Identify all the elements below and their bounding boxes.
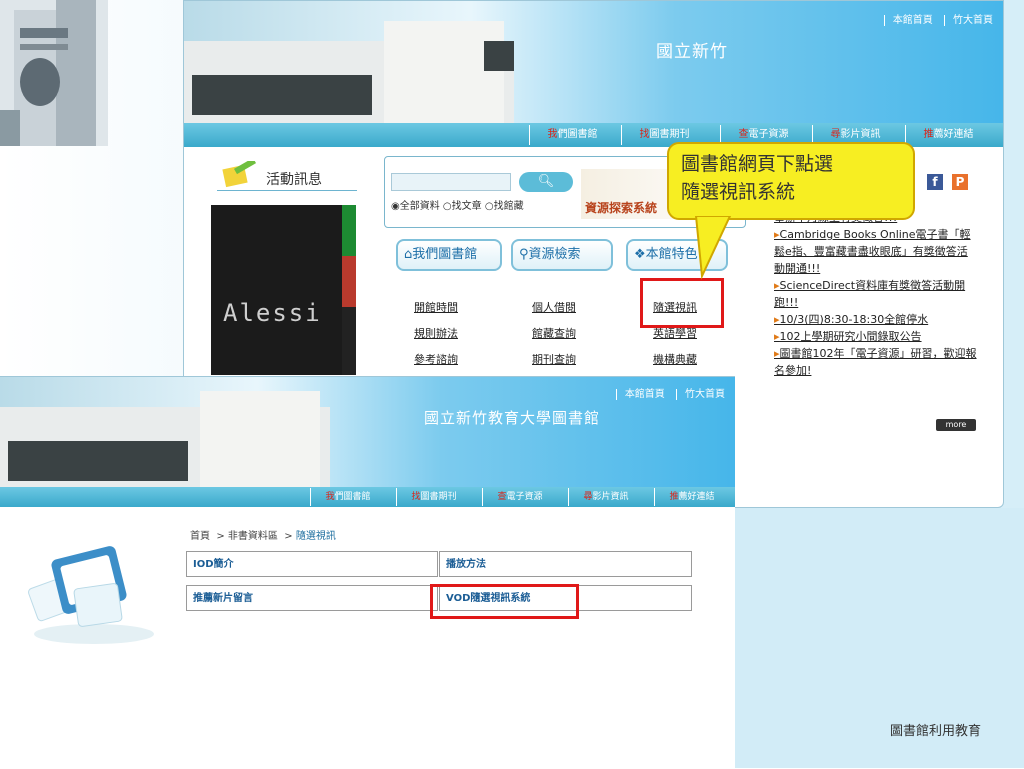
- link-opening-hours[interactable]: 開館時間: [414, 299, 458, 315]
- search-input[interactable]: [391, 173, 511, 191]
- playback-method-link[interactable]: 播放方法: [439, 551, 692, 577]
- iod-intro-link[interactable]: IOD簡介: [186, 551, 438, 577]
- university-link[interactable]: 竹大首頁: [944, 15, 993, 26]
- nav-recommended-links[interactable]: 推薦好連結: [905, 125, 991, 145]
- building-photo: [0, 0, 108, 146]
- nav-e-resources[interactable]: 查電子資源: [482, 488, 557, 506]
- banner-building-illustration: [0, 391, 330, 487]
- home-link[interactable]: 本館首頁: [615, 389, 665, 400]
- home-link[interactable]: 本館首頁: [883, 15, 933, 26]
- slide-footer: 圖書館利用教育: [890, 724, 982, 739]
- nav-our-library[interactable]: 我們圖書館: [310, 488, 385, 506]
- highlight-video-on-demand-link: [640, 278, 724, 328]
- news-item[interactable]: ▸10/3(四)8:30-18:30全館停水: [774, 311, 978, 328]
- our-library-label: 我們圖書館: [412, 247, 478, 262]
- activity-title: 活動訊息: [266, 172, 322, 188]
- breadcrumb-section[interactable]: 非書資料區: [228, 531, 278, 542]
- link-institutional-repository[interactable]: 機構典藏: [653, 351, 697, 367]
- callout-line-1: 圖書館網頁下點選: [681, 153, 834, 175]
- main-nav: 我們圖書館 找圖書期刊 查電子資源 尋影片資訊 推薦好連結: [0, 487, 735, 507]
- link-rules[interactable]: 規則辦法: [414, 325, 458, 341]
- site-title: 國立新竹教育大學圖書館: [424, 409, 601, 427]
- w-cards-icon: [28, 546, 154, 644]
- nav-books-journals[interactable]: 找圖書期刊: [396, 488, 471, 506]
- facebook-icon[interactable]: f: [927, 174, 943, 190]
- banner-building-illustration: [184, 21, 514, 123]
- pencil-note-icon: [222, 161, 257, 188]
- search-icon: 🔍︎: [537, 174, 555, 189]
- top-links: 本館首頁 竹大首頁: [876, 11, 993, 26]
- link-reference[interactable]: 參考諮詢: [414, 351, 458, 367]
- search-scope-radios: ◉全部資料 ○找文章 ○找館藏: [391, 197, 524, 212]
- breadcrumb: 首頁 > 非書資料區 > 隨選視訊: [190, 531, 336, 542]
- breadcrumb-home[interactable]: 首頁: [190, 531, 210, 542]
- radio-all-label: 全部資料: [399, 201, 440, 212]
- resource-discovery-label: 資源探索系統: [585, 201, 658, 215]
- homepage-banner: 國立新竹 本館首頁 竹大首頁: [184, 1, 1003, 123]
- nav-video-info[interactable]: 尋影片資訊: [568, 488, 643, 506]
- highlight-vod-system-link: [430, 584, 579, 619]
- news-list: 舉辦十月線上有獎徵答!!! ▸Cambridge Books Online電子書…: [774, 209, 978, 379]
- activity-divider: [217, 190, 357, 191]
- radio-holdings-label: 找館藏: [493, 201, 524, 212]
- link-personal-borrowing[interactable]: 個人借閱: [532, 299, 576, 315]
- more-button[interactable]: more: [936, 419, 976, 431]
- radio-articles-label: 找文章: [451, 201, 482, 212]
- nav-our-library[interactable]: 我們圖書館: [529, 125, 615, 145]
- radio-all[interactable]: ◉: [391, 201, 400, 212]
- vod-page-screenshot: 國立新竹教育大學圖書館 本館首頁 竹大首頁 我們圖書館 找圖書期刊 查電子資源 …: [0, 376, 735, 769]
- book-cover-title: Alessi: [223, 299, 322, 327]
- news-item[interactable]: ▸102上學期研究小間錄取公告: [774, 328, 978, 345]
- university-link[interactable]: 竹大首頁: [676, 389, 725, 400]
- radio-articles[interactable]: ○: [443, 201, 452, 212]
- nav-recommended-links[interactable]: 推薦好連結: [654, 488, 729, 506]
- site-title: 國立新竹: [656, 42, 728, 62]
- resource-search-button[interactable]: ⚲資源檢索: [511, 239, 613, 271]
- radio-holdings[interactable]: ○: [485, 201, 494, 212]
- link-journal-search[interactable]: 期刊查詢: [532, 351, 576, 367]
- puzzle-icon: ❖: [634, 247, 646, 262]
- plurk-icon[interactable]: P: [952, 174, 968, 190]
- book-cover[interactable]: Alessi: [211, 205, 356, 375]
- instruction-callout: 圖書館網頁下點選 隨選視訊系統: [667, 142, 915, 220]
- building-illustration: [0, 0, 96, 146]
- magnifier-icon: ⚲: [519, 247, 529, 262]
- breadcrumb-current: 隨選視訊: [295, 531, 336, 542]
- book-spine: [342, 205, 356, 375]
- link-catalog-search[interactable]: 館藏查詢: [532, 325, 576, 341]
- news-item[interactable]: ▸圖書館102年「電子資源」研習，歡迎報名參加!: [774, 345, 978, 379]
- callout-line-2: 隨選視訊系統: [681, 181, 796, 203]
- news-item[interactable]: ▸Cambridge Books Online電子書「輕鬆e指、豐富藏書盡收眼底…: [774, 226, 978, 277]
- recommend-new-film-link[interactable]: 推薦新片留言: [186, 585, 438, 611]
- search-button[interactable]: 🔍︎: [519, 172, 573, 192]
- news-item[interactable]: ▸ScienceDirect資料庫有獎徵答活動開跑!!!: [774, 277, 978, 311]
- callout-pointer: [694, 216, 732, 280]
- vod-page-banner: 國立新竹教育大學圖書館 本館首頁 竹大首頁: [0, 377, 735, 487]
- top-links: 本館首頁 竹大首頁: [608, 385, 725, 400]
- resource-search-label: 資源檢索: [528, 247, 581, 262]
- our-library-button[interactable]: ⌂我們圖書館: [396, 239, 502, 271]
